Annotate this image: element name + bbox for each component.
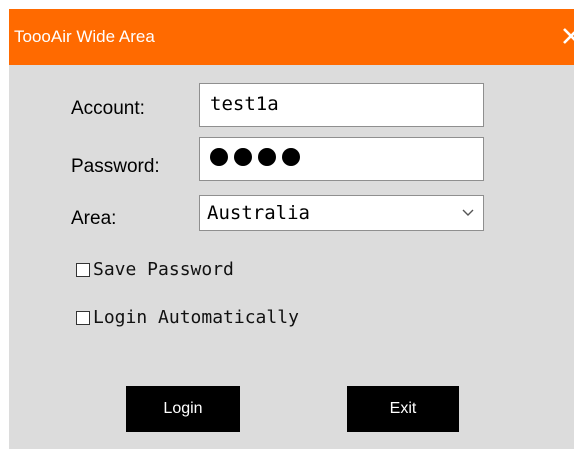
area-label: Area: [71,208,117,229]
chevron-down-icon [462,209,474,216]
login-automatically-label: Login Automatically [93,307,299,328]
account-input-value: test1a [210,93,279,115]
save-password-label: Save Password [93,259,234,280]
window-title: ToooAir Wide Area [14,27,155,46]
password-dot [210,148,228,166]
password-masked-value [210,148,300,166]
login-automatically-checkbox[interactable]: Login Automatically [76,307,299,328]
exit-button[interactable]: Exit [347,386,459,432]
password-dot [234,148,252,166]
close-icon [563,28,574,44]
password-input[interactable] [199,137,484,181]
login-automatically-checkbox-box[interactable] [76,310,90,325]
close-button[interactable] [560,25,574,47]
password-dot [282,148,300,166]
area-select[interactable]: Australia [199,195,484,231]
save-password-checkbox-box[interactable] [76,262,90,277]
account-label: Account: [71,98,145,119]
password-dot [258,148,276,166]
login-button[interactable]: Login [126,386,240,432]
account-input[interactable]: test1a [199,83,484,127]
title-bar: ToooAir Wide Area [9,9,574,65]
password-label: Password: [71,156,160,177]
area-select-value: Australia [207,202,310,224]
login-dialog: ToooAir Wide Area Account: test1a Passwo… [9,9,574,449]
save-password-checkbox[interactable]: Save Password [76,259,234,280]
